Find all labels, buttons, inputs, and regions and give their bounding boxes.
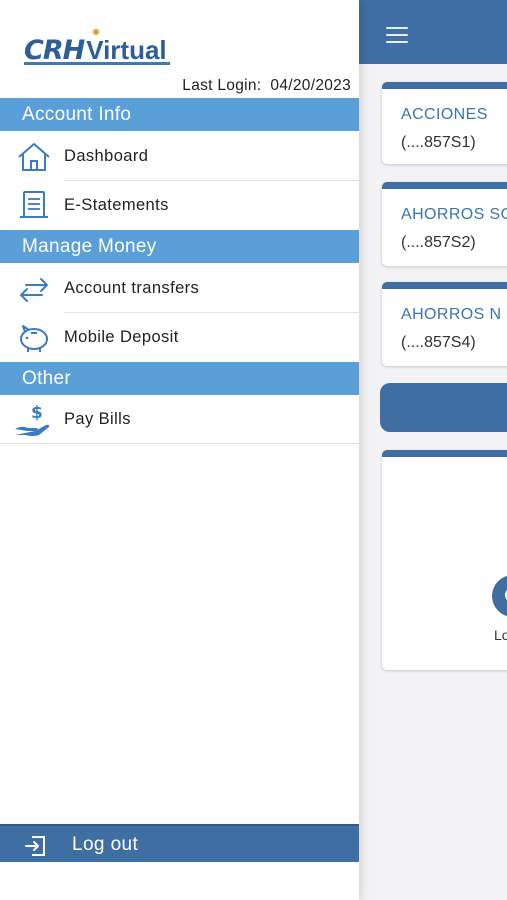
hamburger-menu-icon[interactable]	[386, 27, 408, 43]
section-manage-money: Manage Money	[0, 230, 359, 263]
hand-dollar-icon: $	[15, 403, 50, 436]
section-other: Other	[0, 362, 359, 395]
svg-text:$: $	[31, 403, 43, 423]
transfer-arrows-icon	[20, 278, 48, 302]
divider	[0, 443, 359, 444]
account-name: ACCIONES	[401, 106, 488, 123]
account-number: (....857S1)	[401, 134, 476, 151]
last-login-label: Last Login:	[182, 77, 262, 94]
logout-icon	[25, 836, 45, 856]
logout-button[interactable]: Log out	[0, 824, 359, 862]
logo-dot	[93, 29, 99, 35]
account-card[interactable]: ACCIONES (....857S1)	[382, 82, 507, 164]
menu-item-label: Pay Bills	[64, 410, 131, 428]
menu-item-label: E-Statements	[64, 196, 169, 214]
main-screen: ACCIONES (....857S1) AHORROS SO (....857…	[359, 0, 507, 900]
menu-item-label: Account transfers	[64, 279, 200, 297]
piggy-bank-icon	[20, 325, 48, 352]
home-icon	[18, 143, 50, 171]
action-button[interactable]	[380, 383, 507, 432]
account-number: (....857S2)	[401, 234, 476, 251]
top-bar	[359, 0, 507, 64]
menu-item-account-transfers[interactable]: Account transfers	[0, 264, 359, 313]
info-panel: Lo	[382, 450, 507, 670]
panel-label: Lo	[494, 627, 507, 643]
panel-icon[interactable]	[492, 575, 507, 617]
account-card[interactable]: AHORROS SO (....857S2)	[382, 182, 507, 266]
menu-item-mobile-deposit[interactable]: Mobile Deposit	[0, 313, 359, 362]
logo-underline	[24, 62, 170, 65]
account-card[interactable]: AHORROS N (....857S4)	[382, 282, 507, 366]
app-logo: CRH Virtual	[24, 28, 170, 66]
menu-item-label: Mobile Deposit	[64, 328, 179, 346]
last-login-date: 04/20/2023	[270, 77, 351, 94]
app-root: ACCIONES (....857S1) AHORROS SO (....857…	[0, 0, 507, 900]
document-icon	[20, 191, 48, 218]
menu-item-label: Dashboard	[64, 147, 149, 165]
account-number: (....857S4)	[401, 334, 476, 351]
account-name: AHORROS SO	[401, 206, 507, 223]
section-account-info: Account Info	[0, 98, 359, 131]
last-login: Last Login: 04/20/2023	[182, 77, 351, 95]
menu-item-dashboard[interactable]: Dashboard	[0, 132, 359, 181]
account-name: AHORROS N	[401, 306, 502, 323]
nav-drawer: CRH Virtual Last Login: 04/20/2023 Accoun…	[0, 0, 359, 900]
menu-item-e-statements[interactable]: E-Statements	[0, 181, 359, 230]
menu-item-pay-bills[interactable]: $ Pay Bills	[0, 395, 359, 444]
logout-label: Log out	[72, 834, 139, 855]
